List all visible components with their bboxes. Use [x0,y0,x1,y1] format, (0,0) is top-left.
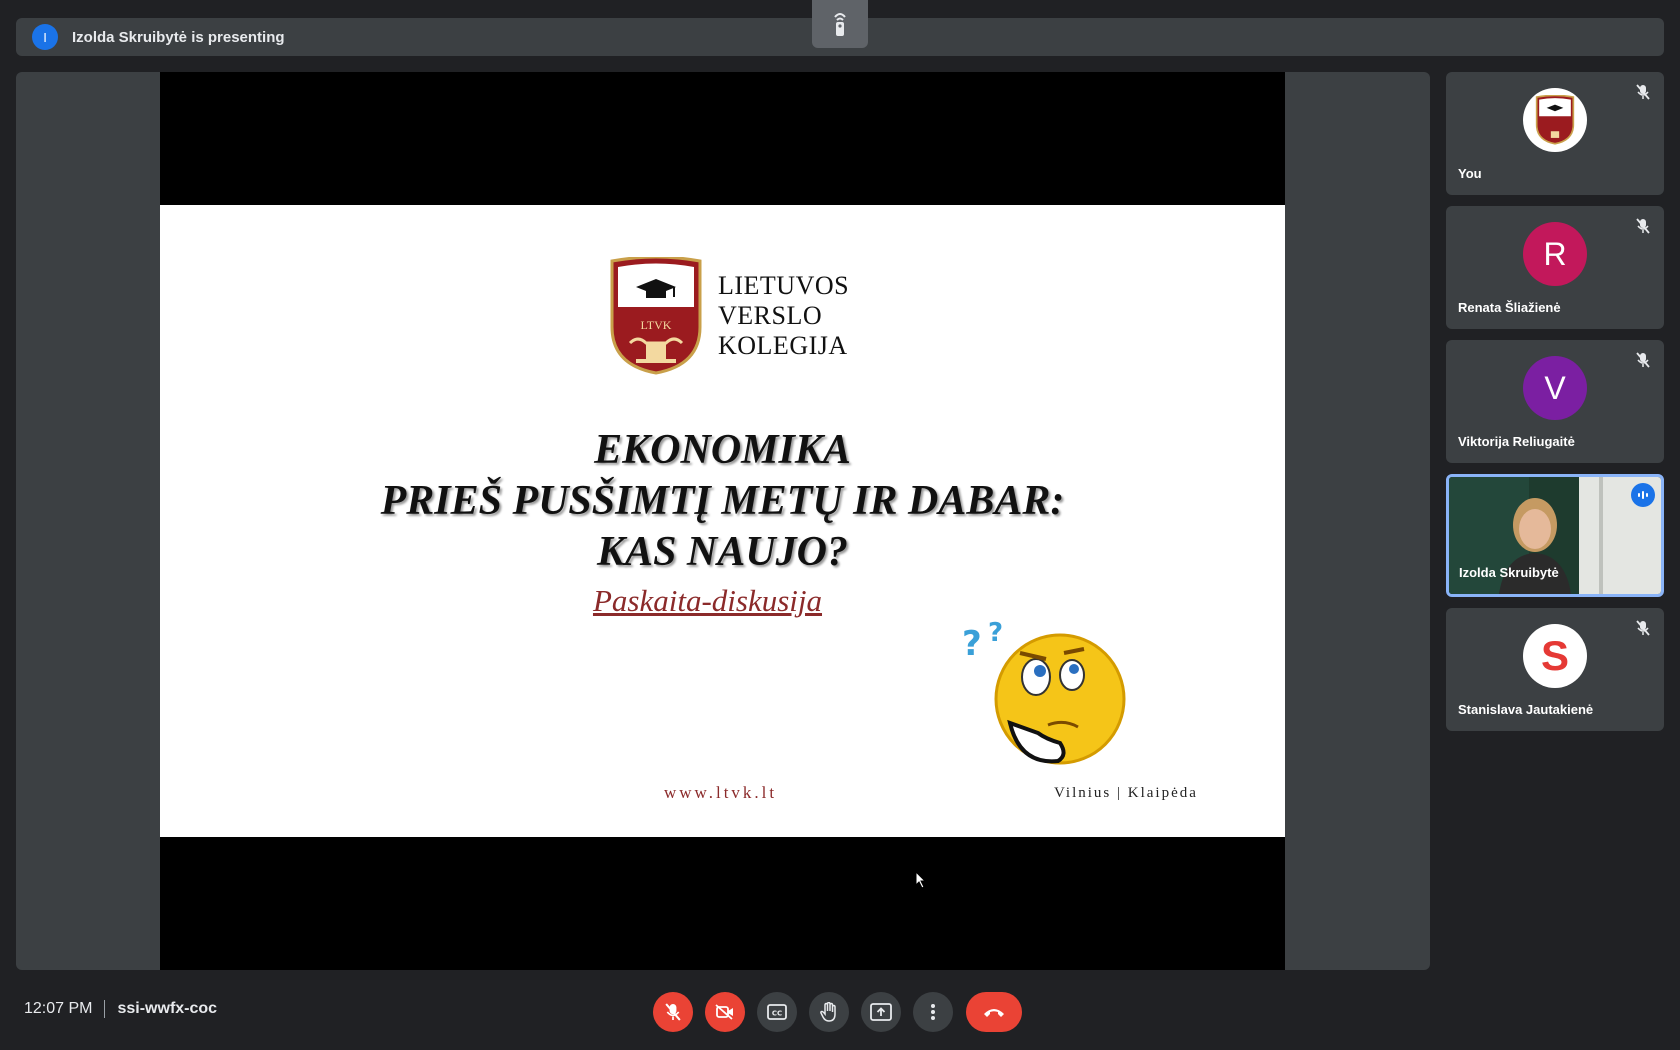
participant-name: Izolda Skruibytė [1459,565,1559,580]
college-shield-icon: LTVK [610,257,702,375]
title-line: EKONOMIKA [594,427,851,473]
participant-name: Stanislava Jautakienė [1458,702,1594,717]
hang-up-icon [984,1009,1004,1017]
more-vertical-icon [931,1004,935,1020]
logo-line: LIETUVOS [718,271,850,300]
hand-icon [820,1002,836,1022]
participant-avatar: R [1523,222,1587,286]
thinking-face-icon: ? ? [962,618,1126,765]
college-shield-icon [1535,95,1575,145]
participant-avatar: S [1523,624,1587,688]
microphone-toggle-button[interactable] [653,992,693,1032]
remote-control-tab[interactable] [812,0,868,48]
svg-text:?: ? [988,618,1003,648]
meeting-code[interactable]: ssi-wwfx-coc [117,1000,217,1018]
svg-text:LTVK: LTVK [641,318,672,332]
participant-avatar: V [1523,356,1587,420]
meeting-info: 12:07 PM ssi-wwfx-coc [24,1000,217,1018]
meeting-time: 12:07 PM [24,1000,93,1017]
participant-tile-speaking[interactable]: Izolda Skruibytė [1446,474,1664,597]
mic-off-icon [1636,620,1650,636]
camera-off-icon [715,1004,733,1020]
participant-name: You [1458,166,1482,181]
title-line: PRIEŠ PUSŠIMTĮ METŲ IR DABAR: [380,478,1065,524]
participant-initial: S [1540,632,1569,679]
presentation-stage: LTVK LIETUVOS VERSLO KOLEGIJA EKONOMIKA … [16,72,1430,970]
presenting-text: Izolda Skruibytė is presenting [72,28,285,46]
present-now-button[interactable] [861,992,901,1032]
shared-screen: LTVK LIETUVOS VERSLO KOLEGIJA EKONOMIKA … [160,72,1285,970]
slide-subtitle: Paskaita-diskusija [592,583,823,618]
participant-name: Viktorija Reliugaitė [1458,434,1575,449]
present-screen-icon [870,1003,892,1021]
captions-button[interactable]: CC [757,992,797,1032]
participant-name: Renata Šliažienė [1458,300,1561,315]
mouse-cursor-icon [915,871,927,889]
mic-off-icon [1636,84,1650,100]
participant-tile[interactable]: R Renata Šliažienė [1446,206,1664,329]
presenter-avatar: I [32,24,58,50]
svg-text:CC: CC [772,1010,782,1018]
slide-website: www.ltvk.lt [664,783,778,802]
remote-icon [834,13,846,36]
more-options-button[interactable] [913,992,953,1032]
slide: LTVK LIETUVOS VERSLO KOLEGIJA EKONOMIKA … [160,205,1285,837]
logo-line: KOLEGIJA [718,331,848,360]
raise-hand-button[interactable] [809,992,849,1032]
speaking-indicator-icon [1631,483,1655,507]
captions-icon: CC [767,1004,787,1020]
participant-avatar [1523,88,1587,152]
divider [104,1000,106,1018]
slide-title: EKONOMIKA PRIEŠ PUSŠIMTĮ METŲ IR DABAR: … [160,425,1285,578]
college-logo: LTVK LIETUVOS VERSLO KOLEGIJA [608,257,849,375]
mic-off-icon [1636,352,1650,368]
svg-text:?: ? [962,624,982,664]
meeting-controls-bar: 12:07 PM ssi-wwfx-coc CC [0,980,1680,1040]
title-line: KAS NAUJO? [597,529,848,575]
mic-off-icon [665,1003,681,1021]
participant-tile[interactable]: V Viktorija Reliugaitė [1446,340,1664,463]
camera-toggle-button[interactable] [705,992,745,1032]
leave-call-button[interactable] [966,992,1022,1032]
mic-off-icon [1636,218,1650,234]
college-name: LIETUVOS VERSLO KOLEGIJA [718,271,849,361]
participant-tile[interactable]: You [1446,72,1664,195]
participant-tile[interactable]: S Stanislava Jautakienė [1446,608,1664,731]
slide-cities: Vilnius | Klaipėda [1054,785,1198,801]
logo-line: VERSLO [718,301,823,330]
